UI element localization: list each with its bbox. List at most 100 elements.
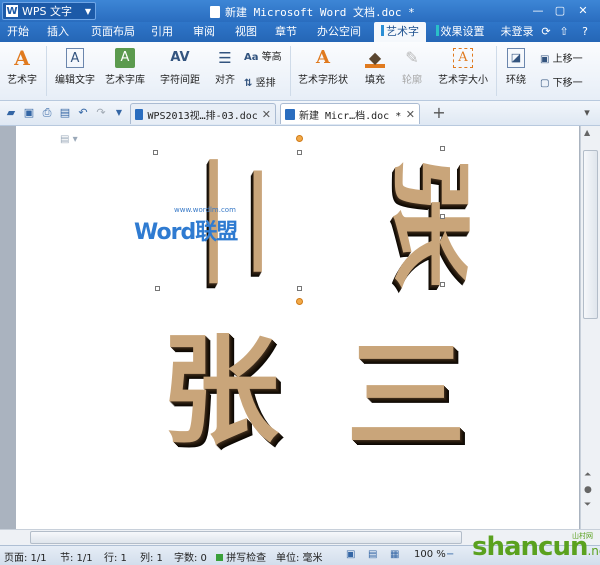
maximize-button[interactable]: ▢ <box>552 3 568 18</box>
tab-wordart[interactable]: 艺术字 <box>374 22 426 42</box>
doc-tab-2[interactable]: 新建 Micr…档.doc * ✕ <box>280 103 420 124</box>
tab-view[interactable]: 视图 <box>232 22 260 42</box>
watermark-main: shancun <box>472 532 588 562</box>
move-up-button[interactable]: ▣ 上移一 <box>540 50 598 65</box>
vertical-scroll-thumb[interactable] <box>583 150 598 319</box>
open-icon[interactable]: ▰ <box>4 106 18 120</box>
outline-button[interactable]: ✎ 轮廓 <box>396 48 428 86</box>
resize-handle[interactable] <box>440 214 445 219</box>
section-indicator: 节: 1/1 <box>60 553 93 564</box>
minimize-button[interactable]: — <box>530 3 546 18</box>
tab-effect-settings[interactable]: 效果设置 <box>432 22 488 42</box>
window-title: 新建 Microsoft Word 文档.doc * <box>210 4 415 20</box>
zoom-level[interactable]: 100 % <box>414 549 446 560</box>
move-down-button[interactable]: ▢ 下移一 <box>540 74 598 89</box>
word-union-logo: www.wordlm.com Word联盟 <box>134 206 238 246</box>
doc-tab-2-label: 新建 Micr…档.doc * <box>299 110 402 122</box>
tab-list-icon[interactable]: ▾ <box>580 106 594 120</box>
wordart-size-button[interactable]: A 艺术字大小 <box>434 48 492 86</box>
help-button[interactable]: ? <box>576 22 594 42</box>
tab-review[interactable]: 审阅 <box>190 22 218 42</box>
page-view-icon[interactable]: ▣ <box>346 549 355 560</box>
resize-handle[interactable] <box>297 286 302 291</box>
tab-insert[interactable]: 插入 <box>44 22 72 42</box>
watermark-url: www.wordlm.com <box>174 206 236 214</box>
resize-handle[interactable] <box>153 150 158 155</box>
doc-tab-1-close[interactable]: ✕ <box>262 108 271 121</box>
paragraph-marker-icon: ▤ ▾ <box>60 134 78 145</box>
wordart-glyph[interactable]: 张 <box>381 146 478 296</box>
rotate-handle[interactable] <box>296 135 303 142</box>
print-icon[interactable]: ⎙ <box>40 106 54 120</box>
web-view-icon[interactable]: ▦ <box>390 549 399 560</box>
fill-button[interactable]: ◆ 填充 <box>358 48 392 86</box>
resize-handle[interactable] <box>297 150 302 155</box>
wordart-size-label: 艺术字大小 <box>438 75 488 86</box>
wordart-label: 艺术字 <box>7 75 37 86</box>
unit-indicator[interactable]: 单位: 毫米 <box>276 549 323 564</box>
outline-label: 轮廓 <box>402 75 422 86</box>
new-tab-button[interactable]: + <box>432 105 446 121</box>
upload-icon[interactable]: ⇧ <box>558 22 570 42</box>
wrap-label: 环绕 <box>506 75 526 86</box>
save-icon[interactable]: ▣ <box>22 106 36 120</box>
tab-page-layout[interactable]: 页面布局 <box>88 22 138 42</box>
wrap-icon: ◪ <box>507 48 525 68</box>
wordart-shape-button[interactable]: A 艺术字形状 <box>294 47 352 87</box>
rotate-handle[interactable] <box>296 298 303 305</box>
prev-page-icon[interactable]: ⏶ <box>584 470 591 480</box>
print-preview-icon[interactable]: ▤ <box>58 106 72 120</box>
document-title: 新建 Microsoft Word 文档.doc * <box>225 6 415 19</box>
wordart-glyph[interactable]: 三 <box>346 336 466 456</box>
char-spacing-button[interactable]: AV 字符间距 <box>152 48 208 86</box>
tab-office-space[interactable]: 办公空间 <box>314 22 364 42</box>
wordart-shape-icon: A <box>316 47 330 68</box>
align-icon: ☰ <box>218 49 232 67</box>
spell-check-label: 拼写检查 <box>226 553 267 564</box>
doc-tab-1-label: WPS2013视…排-03.doc <box>147 110 258 122</box>
document-page[interactable]: ▤ ▾ 二 www.wordlm.com Word联盟 张 张 三 <box>16 126 579 529</box>
spell-check-toggle[interactable]: 拼写检查 <box>216 549 266 564</box>
paint-bucket-icon: ◆ <box>365 48 385 68</box>
wordart-shape-label: 艺术字形状 <box>298 75 348 86</box>
vertical-text-button[interactable]: ⇅ 竖排 <box>244 74 284 89</box>
send-backward-icon: ▢ <box>540 78 550 89</box>
tab-references[interactable]: 引用 <box>148 22 176 42</box>
outline-view-icon[interactable]: ▤ <box>368 549 377 560</box>
ribbon-tab-bar: 开始 插入 页面布局 引用 审阅 视图 章节 办公空间 艺术字 效果设置 未登录… <box>0 22 600 42</box>
insert-wordart-button[interactable]: A 艺术字 <box>4 48 40 86</box>
tab-sections[interactable]: 章节 <box>272 22 300 42</box>
scroll-up-icon[interactable]: ▲ <box>584 128 590 137</box>
wordart-glyph[interactable]: 张 <box>161 332 279 450</box>
align-label: 对齐 <box>215 75 235 86</box>
align-button[interactable]: ☰ 对齐 <box>210 48 240 86</box>
tab-home[interactable]: 开始 <box>4 22 32 42</box>
resize-handle[interactable] <box>440 282 445 287</box>
customize-dropdown-icon[interactable]: ▼ <box>112 106 126 120</box>
page-indicator[interactable]: 页面: 1/1 <box>4 549 47 564</box>
doc-tab-2-close[interactable]: ✕ <box>406 108 415 121</box>
horizontal-scroll-thumb[interactable] <box>30 531 462 544</box>
equal-height-button[interactable]: Aa 等高 <box>244 48 284 63</box>
spell-check-icon <box>216 554 223 561</box>
resize-handle[interactable] <box>440 146 445 151</box>
redo-icon[interactable]: ↷ <box>94 106 108 120</box>
pen-icon: ✎ <box>405 48 419 67</box>
edit-text-button[interactable]: A 编辑文字 <box>52 48 98 86</box>
watermark-brand: Word联盟 <box>134 220 238 245</box>
login-link[interactable]: 未登录 <box>500 22 534 42</box>
word-count[interactable]: 字数: 0 <box>174 549 207 564</box>
resize-handle[interactable] <box>155 286 160 291</box>
skin-icon[interactable]: ⟳ <box>540 22 552 42</box>
next-page-icon[interactable]: ⏷ <box>584 500 591 510</box>
wrap-button[interactable]: ◪ 环绕 <box>500 48 532 86</box>
zoom-out-icon[interactable]: − <box>446 549 454 560</box>
select-browse-icon[interactable]: ● <box>584 485 592 495</box>
move-up-label: 上移一 <box>552 54 583 65</box>
watermark-cn: 山村网 <box>572 532 593 540</box>
undo-icon[interactable]: ↶ <box>76 106 90 120</box>
wordart-gallery-button[interactable]: A 艺术字库 <box>102 48 148 86</box>
close-button[interactable]: ✕ <box>575 3 591 18</box>
doc-tab-1[interactable]: WPS2013视…排-03.doc ✕ <box>130 103 276 124</box>
app-menu-button[interactable]: W WPS 文字 ▼ <box>2 2 96 20</box>
